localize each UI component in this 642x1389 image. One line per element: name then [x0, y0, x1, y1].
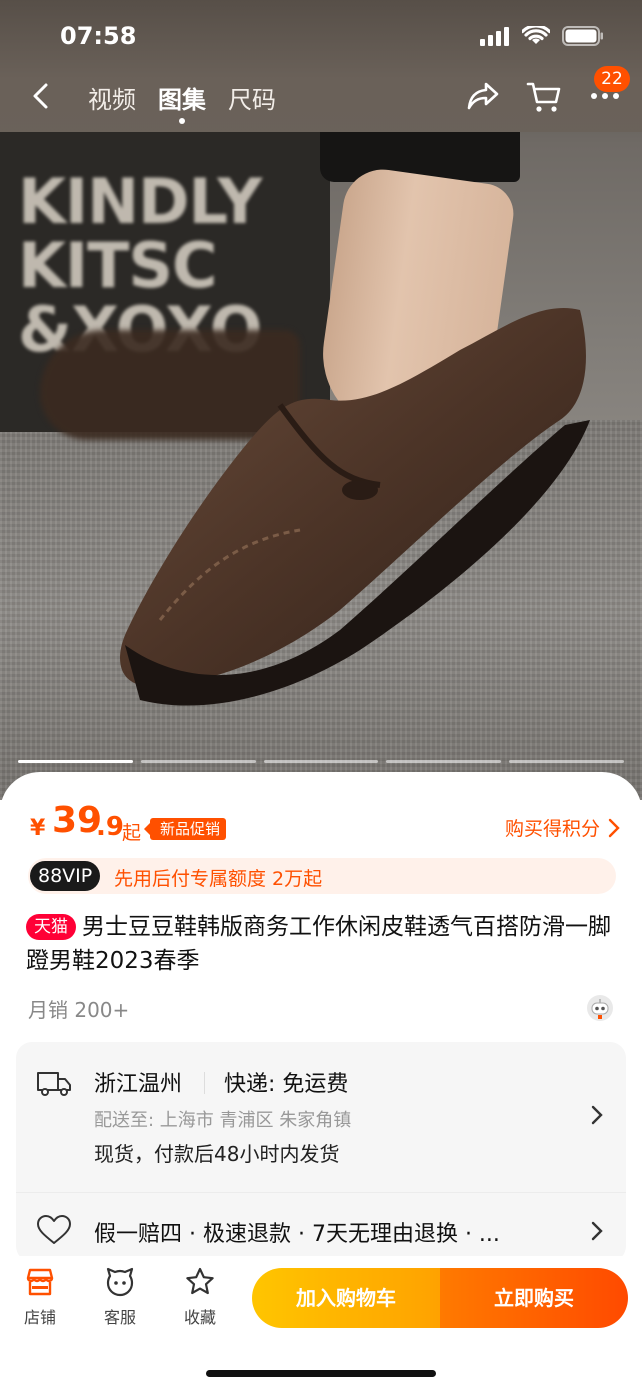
truck-icon	[37, 1072, 71, 1096]
favorite-label: 收藏	[183, 1308, 216, 1327]
add-to-cart-button[interactable]: 加入购物车	[252, 1268, 440, 1328]
vip-badge: 88VIP	[30, 861, 101, 891]
status-bar: 07:58	[0, 0, 642, 70]
points-link[interactable]: 购买得积分	[505, 814, 620, 841]
price-integer: 39	[52, 800, 103, 841]
signal-icon	[480, 27, 509, 46]
row-divider	[16, 1192, 626, 1193]
product-detail-page: KINDLYKITSC&XOXO	[0, 0, 642, 1389]
wifi-icon	[522, 26, 550, 44]
ai-assistant-icon[interactable]	[586, 994, 614, 1022]
share-icon[interactable]	[466, 80, 500, 112]
buy-now-button[interactable]: 立即购买	[440, 1268, 628, 1328]
price-currency: ¥	[30, 816, 46, 841]
vip-banner[interactable]: 88VIP 先用后付专属额度 2万起	[28, 858, 616, 894]
nav-tabs: 视频 图集 尺码	[88, 80, 276, 124]
chevron-right-icon	[608, 818, 620, 837]
chevron-right-icon	[591, 1105, 603, 1125]
price-suffix: 起	[122, 822, 142, 844]
vip-text: 先用后付专属额度 2万起	[114, 868, 323, 890]
store-button[interactable]: 店铺	[10, 1266, 70, 1328]
divider	[204, 1072, 205, 1094]
tab-video[interactable]: 视频	[88, 80, 136, 115]
indicator-segment	[263, 760, 379, 763]
stock-status: 现货，付款后48小时内发货	[94, 1142, 340, 1166]
service-guarantees: 假一赔四 · 极速退款 · 7天无理由退换 · ...	[94, 1222, 500, 1247]
indicator-segment	[140, 760, 256, 763]
home-indicator[interactable]	[206, 1370, 436, 1377]
ship-to-address: 配送至: 上海市 青浦区 朱家角镇	[94, 1110, 352, 1131]
indicator-segment	[18, 760, 133, 763]
tab-gallery[interactable]: 图集	[158, 80, 206, 124]
price-decimal: .9	[96, 812, 124, 842]
cart-icon[interactable]	[526, 80, 562, 114]
customer-service-icon	[106, 1267, 134, 1297]
product-info-card: ¥ 39 .9 起 新品促销 购买得积分 88VIP 先用后付专属额度 2万起 …	[0, 772, 642, 1272]
cart-count-badge: 22	[594, 66, 630, 92]
status-time: 07:58	[60, 22, 137, 50]
monthly-sales: 月销 200+	[28, 998, 130, 1022]
heart-icon	[37, 1215, 71, 1244]
indicator-segment	[509, 760, 624, 763]
tab-size[interactable]: 尺码	[228, 80, 276, 115]
store-icon	[26, 1268, 54, 1296]
shipping-fee: 快递: 免运费	[224, 1072, 349, 1097]
active-tab-dot	[179, 118, 185, 124]
favorite-button[interactable]: 收藏	[170, 1266, 230, 1328]
delivery-service-box: 浙江温州 快递: 免运费 配送至: 上海市 青浦区 朱家角镇 现货，付款后48小…	[16, 1042, 626, 1262]
indicator-segment	[386, 760, 502, 763]
product-title: 天猫 男士豆豆鞋韩版商务工作休闲皮鞋透气百搭防滑一脚蹬男鞋2023春季	[26, 910, 616, 978]
product-shoe-image	[120, 308, 590, 706]
store-label: 店铺	[23, 1308, 56, 1327]
carousel-indicator	[18, 760, 624, 764]
chevron-right-icon	[591, 1221, 603, 1241]
battery-icon	[562, 26, 603, 46]
tab-gallery-label: 图集	[158, 86, 206, 114]
ship-origin: 浙江温州	[94, 1072, 183, 1097]
star-icon	[186, 1267, 214, 1295]
points-link-label: 购买得积分	[504, 818, 600, 840]
back-icon[interactable]	[26, 80, 58, 112]
top-nav-bar: 视频 图集 尺码 22	[0, 66, 642, 126]
price-row: ¥ 39 .9 起 新品促销 购买得积分	[30, 800, 620, 852]
tmall-tag: 天猫	[26, 914, 76, 940]
customer-service-button[interactable]: 客服	[90, 1266, 150, 1328]
status-icons	[480, 26, 604, 46]
customer-service-label: 客服	[103, 1308, 136, 1327]
product-title-text: 男士豆豆鞋韩版商务工作休闲皮鞋透气百搭防滑一脚蹬男鞋2023春季	[26, 914, 611, 974]
promo-tag: 新品促销	[143, 818, 227, 840]
